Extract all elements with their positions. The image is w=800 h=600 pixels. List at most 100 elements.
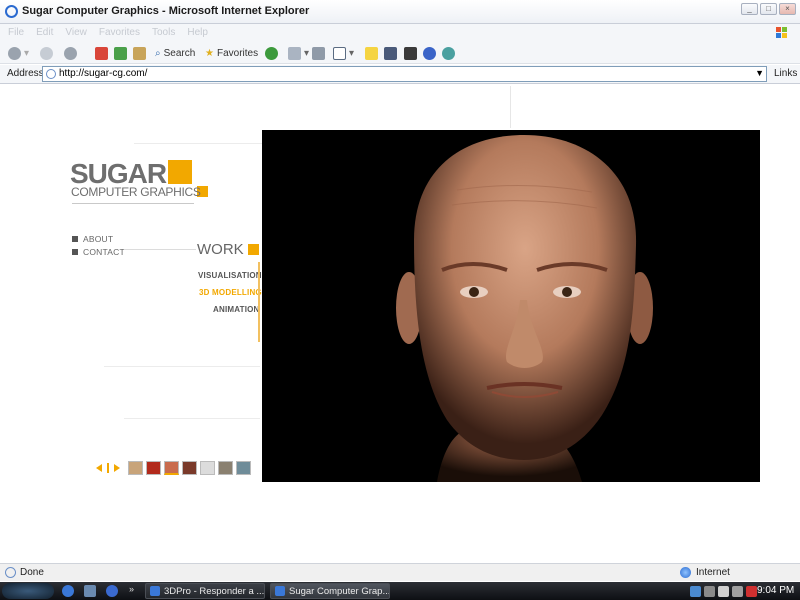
print-button[interactable]: [312, 45, 325, 61]
internet-zone-icon: [680, 567, 691, 578]
menu-file[interactable]: File: [8, 27, 24, 38]
mail-button[interactable]: ▾: [288, 45, 309, 61]
menu-tools[interactable]: Tools: [152, 27, 175, 38]
render-viewer: [262, 130, 760, 482]
minimize-button[interactable]: _: [741, 3, 758, 15]
bullet-icon: [72, 249, 78, 255]
page-icon: [46, 69, 56, 79]
favorites-button[interactable]: ★ Favorites: [205, 45, 258, 61]
discuss-button[interactable]: [365, 45, 378, 61]
show-desktop-icon[interactable]: [84, 585, 96, 597]
task-3dpro[interactable]: 3DPro - Responder a ...: [145, 583, 265, 599]
messenger-button[interactable]: [404, 45, 417, 61]
mail-icon: [288, 46, 301, 60]
work-animation[interactable]: ANIMATION: [213, 305, 260, 314]
word-icon: [333, 46, 346, 60]
windows-logo-icon: [776, 27, 787, 38]
thumbnail-5[interactable]: [200, 461, 215, 475]
page-content: SUGAR COMPUTER GRAPHICS ABOUT CONTACT WO…: [4, 86, 796, 562]
thumbnail-7[interactable]: [236, 461, 251, 475]
search-button[interactable]: ⌕ Search: [155, 45, 195, 61]
divider: [124, 418, 260, 419]
edit-button[interactable]: ▾: [333, 45, 354, 61]
ie-quicklaunch-icon[interactable]: [62, 585, 74, 597]
research-button[interactable]: [384, 45, 397, 61]
sugar-logo[interactable]: SUGAR COMPUTER GRAPHICS: [70, 158, 215, 213]
thumbnail-6[interactable]: [218, 461, 233, 475]
address-dropdown-icon[interactable]: ▼: [755, 68, 764, 78]
toolbar-extra-button-2[interactable]: [442, 45, 455, 61]
work-3d-modelling[interactable]: 3D MODELLING: [199, 288, 262, 297]
globe-icon: [423, 46, 436, 60]
close-button[interactable]: ×: [779, 3, 796, 15]
work-visualisation[interactable]: VISUALISATION: [198, 271, 262, 280]
refresh-button[interactable]: [64, 45, 77, 61]
divider: [134, 143, 262, 144]
nav-about-label: ABOUT: [83, 234, 114, 244]
address-input[interactable]: http://sugar-cg.com/ ▼: [42, 66, 767, 82]
thumbnail-3[interactable]: [164, 461, 179, 475]
back-button[interactable]: ▾: [8, 45, 29, 61]
menu-view[interactable]: View: [65, 27, 87, 38]
status-bar: Done Internet: [0, 563, 800, 581]
network-icon: [442, 46, 455, 60]
maximize-button[interactable]: □: [760, 3, 777, 15]
book-icon: [404, 46, 417, 60]
security-zone: Internet: [696, 567, 730, 578]
reload-button[interactable]: [114, 45, 127, 61]
research-icon: [384, 46, 397, 60]
thumbnail-1[interactable]: [128, 461, 143, 475]
start-button[interactable]: [2, 583, 54, 599]
menu-favorites[interactable]: Favorites: [99, 27, 140, 38]
media-button[interactable]: [265, 45, 278, 61]
toolbar-extra-button[interactable]: [423, 45, 436, 61]
network-icon[interactable]: [690, 585, 701, 597]
prev-arrow-icon[interactable]: [96, 464, 102, 472]
thumbnail-4[interactable]: [182, 461, 197, 475]
page-refresh-icon: [114, 46, 127, 60]
star-icon: ★: [205, 47, 214, 59]
ie-icon: [150, 586, 160, 596]
work-heading[interactable]: WORK: [197, 241, 244, 258]
task-sugar[interactable]: Sugar Computer Grap...: [270, 583, 390, 599]
divider: [104, 366, 260, 367]
taskbar: » 3DPro - Responder a ... Sugar Computer…: [0, 582, 800, 600]
nav-contact[interactable]: CONTACT: [72, 247, 125, 257]
stop-button[interactable]: [95, 45, 108, 61]
favorites-label: Favorites: [216, 47, 259, 59]
menu-help[interactable]: Help: [187, 27, 208, 38]
volume-icon[interactable]: [704, 585, 715, 597]
app-quicklaunch-icon[interactable]: [106, 585, 118, 597]
ie-icon: [5, 5, 18, 18]
forward-button[interactable]: [40, 45, 53, 61]
work-divider: [124, 249, 196, 250]
thumbnail-strip: [96, 460, 251, 476]
nav-contact-label: CONTACT: [83, 247, 125, 257]
menu-edit[interactable]: Edit: [36, 27, 53, 38]
address-label: Address: [7, 68, 44, 79]
status-text: Done: [20, 567, 44, 578]
logo-underline: [72, 203, 194, 204]
next-arrow-icon[interactable]: [114, 464, 120, 472]
security-icon[interactable]: [718, 585, 729, 597]
menu-accent-line: [258, 262, 260, 342]
window-title: Sugar Computer Graphics - Microsoft Inte…: [22, 5, 310, 17]
forward-arrow-icon: [40, 46, 53, 60]
thumbnail-2[interactable]: [146, 461, 161, 475]
antivirus-icon[interactable]: [746, 585, 757, 597]
search-label: Search: [163, 47, 196, 59]
tray-app-icon[interactable]: [732, 585, 743, 597]
separator: [107, 463, 109, 473]
menu-bar: File Edit View Favorites Tools Help: [0, 24, 800, 42]
quicklaunch-more-icon[interactable]: »: [129, 584, 134, 594]
logo-sub-text: COMPUTER GRAPHICS: [71, 185, 201, 199]
home-button[interactable]: [133, 45, 146, 61]
address-bar: Address http://sugar-cg.com/ ▼ Links: [0, 65, 800, 84]
links-button[interactable]: Links: [774, 68, 797, 79]
back-dropdown-icon: ▾: [24, 47, 30, 59]
media-icon: [265, 46, 278, 60]
system-tray: [690, 584, 757, 598]
task-sugar-label: Sugar Computer Grap...: [289, 585, 390, 597]
nav-about[interactable]: ABOUT: [72, 234, 113, 244]
note-icon: [365, 46, 378, 60]
